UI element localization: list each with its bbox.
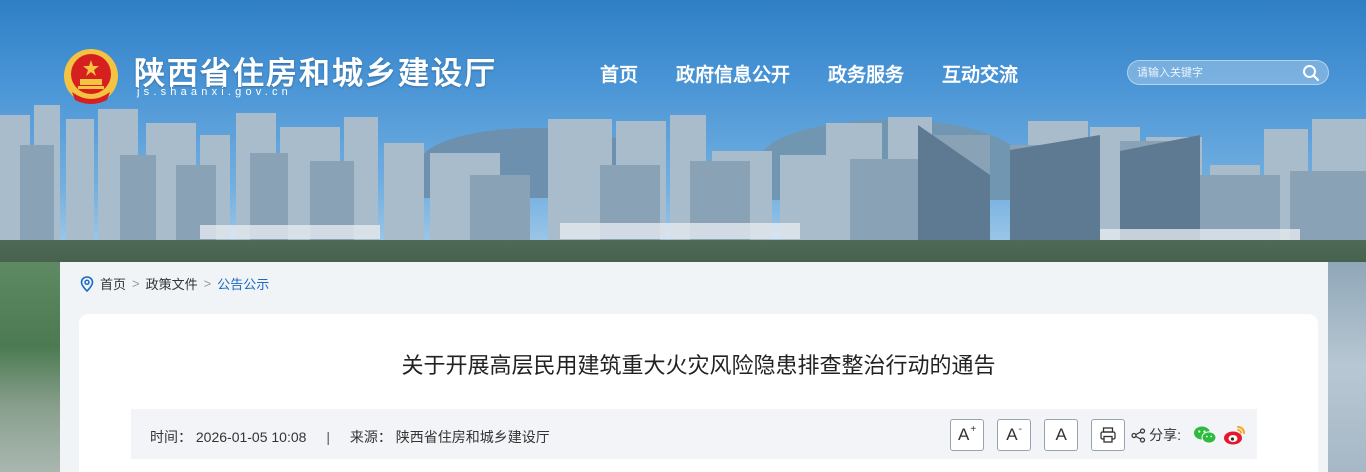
- national-emblem-icon: [64, 49, 118, 104]
- article-tools: A + A- A 分享:: [937, 419, 1247, 451]
- source-value: 陕西省住房和城乡建设厅: [395, 429, 550, 445]
- breadcrumb-current[interactable]: 公告公示: [217, 274, 269, 293]
- font-decrease-button[interactable]: A-: [997, 419, 1032, 451]
- site-domain: js.shaanxi.gov.cn: [137, 86, 292, 98]
- content-panel: 首页 > 政策文件 > 公告公示 关于开展高层民用建筑重大火灾风险隐患排查整治行…: [60, 262, 1328, 472]
- location-pin-icon: [80, 275, 94, 292]
- article-card: 关于开展高层民用建筑重大火灾风险隐患排查整治行动的通告 时间： 2026-01-…: [79, 314, 1318, 472]
- font-default-button[interactable]: A: [1044, 419, 1079, 451]
- weibo-icon[interactable]: [1223, 424, 1247, 446]
- share-label: 分享:: [1149, 427, 1181, 443]
- nav-item-interaction[interactable]: 互动交流: [942, 60, 1018, 87]
- search-icon[interactable]: [1302, 64, 1320, 82]
- nav-item-services[interactable]: 政务服务: [828, 60, 904, 87]
- share-icon: [1131, 427, 1146, 443]
- share-area: 分享:: [1131, 424, 1247, 446]
- article-meta: 时间： 2026-01-05 10:08 | 来源： 陕西省住房和城乡建设厅: [150, 427, 550, 447]
- nav-item-home[interactable]: 首页: [600, 60, 638, 87]
- search-box: [1127, 60, 1329, 85]
- print-button[interactable]: [1091, 419, 1126, 451]
- source-label: 来源：: [349, 429, 392, 445]
- article-title: 关于开展高层民用建筑重大火灾风险隐患排查整治行动的通告: [401, 353, 996, 378]
- search-input[interactable]: [1137, 64, 1297, 82]
- breadcrumb: 首页 > 政策文件 > 公告公示: [80, 274, 269, 293]
- time-label: 时间：: [150, 429, 192, 445]
- main-nav: 首页 政府信息公开 政务服务 互动交流: [600, 60, 1018, 87]
- breadcrumb-home[interactable]: 首页: [100, 274, 126, 293]
- breadcrumb-separator: >: [203, 276, 212, 291]
- breadcrumb-separator: >: [132, 276, 140, 291]
- publish-time: 2026-01-05 10:08: [195, 429, 307, 445]
- font-increase-button[interactable]: A +: [950, 419, 985, 451]
- breadcrumb-policy[interactable]: 政策文件: [146, 274, 198, 293]
- article-meta-bar: 时间： 2026-01-05 10:08 | 来源： 陕西省住房和城乡建设厅 A…: [131, 409, 1257, 459]
- wechat-icon[interactable]: [1193, 424, 1217, 446]
- nav-item-gov-info[interactable]: 政府信息公开: [676, 60, 790, 87]
- print-icon: [1100, 427, 1116, 443]
- meta-divider: |: [326, 429, 330, 445]
